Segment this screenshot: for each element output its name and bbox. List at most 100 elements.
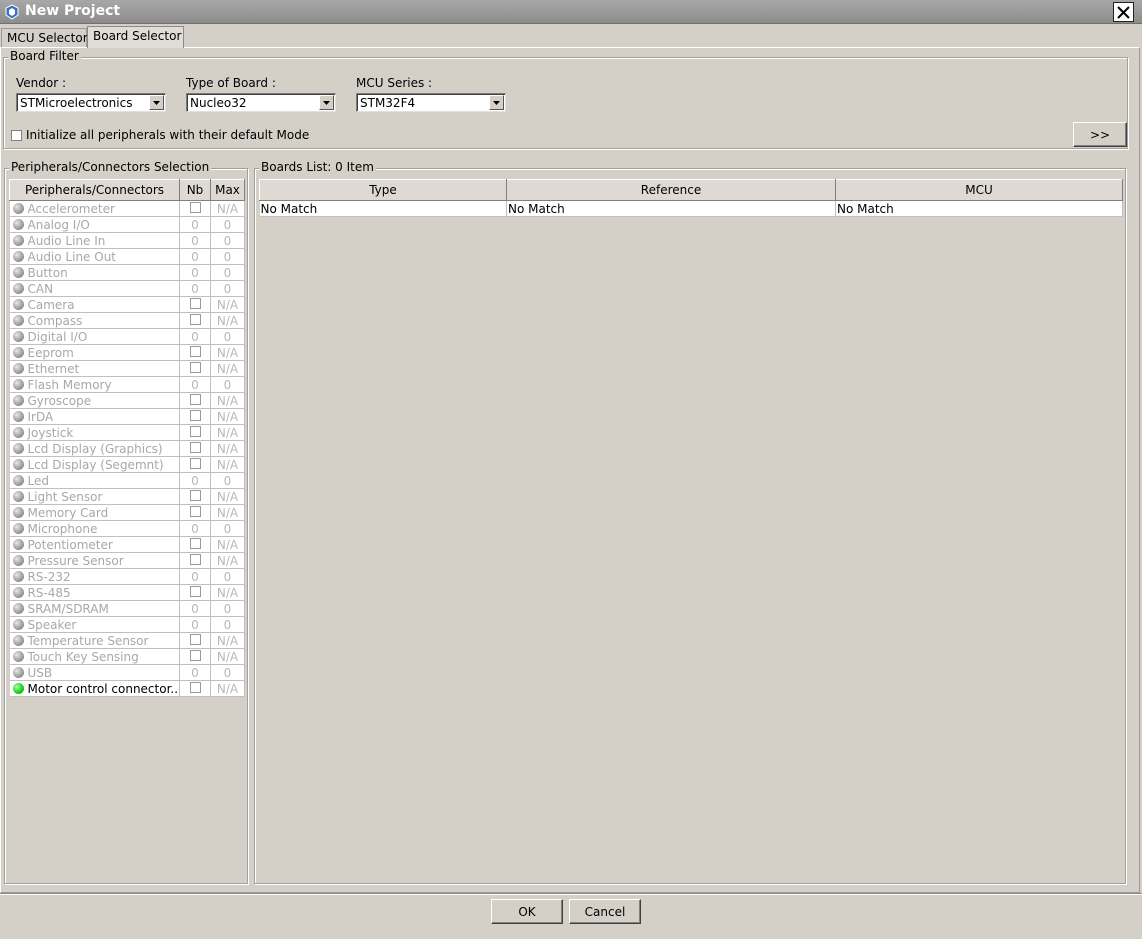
table-row[interactable]: Camera N/A — [9, 296, 245, 313]
table-row[interactable]: USB 0 0 — [9, 664, 245, 681]
table-row[interactable]: CAN 0 0 — [9, 280, 245, 297]
table-row[interactable]: Motor control connector... N/A — [9, 680, 245, 697]
peripheral-nb-cell[interactable] — [179, 504, 211, 521]
peripheral-nb-checkbox[interactable] — [189, 345, 201, 357]
peripheral-nb-cell[interactable] — [179, 344, 211, 361]
status-led-icon — [12, 282, 24, 294]
peripheral-nb-checkbox[interactable] — [189, 585, 201, 597]
tab-board-selector[interactable]: Board Selector — [87, 26, 184, 48]
peripheral-nb-checkbox[interactable] — [189, 649, 201, 661]
peripheral-nb-checkbox[interactable] — [189, 553, 201, 565]
table-row[interactable]: Analog I/O 0 0 — [9, 216, 245, 233]
peripheral-nb-value: 0 — [191, 601, 199, 616]
peripheral-nb-checkbox[interactable] — [189, 313, 201, 325]
peripheral-nb-checkbox[interactable] — [189, 201, 201, 213]
expand-button[interactable]: >> — [1073, 122, 1127, 147]
peripheral-nb-cell[interactable] — [179, 552, 211, 569]
table-row[interactable]: Led 0 0 — [9, 472, 245, 489]
table-row[interactable]: Joystick N/A — [9, 424, 245, 441]
board-type-combo[interactable]: Nucleo32 — [186, 93, 336, 112]
peripheral-nb-checkbox[interactable] — [189, 425, 201, 437]
table-row[interactable]: No Match No Match No Match — [259, 200, 1123, 217]
peripheral-name-label: Memory Card — [27, 505, 109, 520]
peripheral-nb-checkbox[interactable] — [189, 537, 201, 549]
table-row[interactable]: Microphone 0 0 — [9, 520, 245, 537]
table-row[interactable]: RS-485 N/A — [9, 584, 245, 601]
peripheral-name-label: Digital I/O — [27, 329, 88, 344]
peripheral-nb-cell[interactable] — [179, 584, 211, 601]
peripheral-nb-cell[interactable] — [179, 408, 211, 425]
init-peripherals-checkbox[interactable] — [11, 129, 22, 141]
tab-mcu-selector[interactable]: MCU Selector — [1, 28, 88, 48]
table-row[interactable]: Button 0 0 — [9, 264, 245, 281]
table-row[interactable]: Eeprom N/A — [9, 344, 245, 361]
peripherals-header-name[interactable]: Peripherals/Connectors — [9, 179, 180, 201]
peripheral-nb-cell[interactable] — [179, 456, 211, 473]
peripheral-nb-checkbox[interactable] — [189, 393, 201, 405]
table-row[interactable]: Touch Key Sensing N/A — [9, 648, 245, 665]
chevron-down-icon — [153, 100, 160, 105]
peripheral-nb-cell[interactable] — [179, 200, 211, 217]
table-row[interactable]: Compass N/A — [9, 312, 245, 329]
peripheral-nb-checkbox[interactable] — [189, 457, 201, 469]
vendor-dropdown-button[interactable] — [149, 95, 164, 110]
peripheral-nb-checkbox[interactable] — [189, 505, 201, 517]
table-row[interactable]: Ethernet N/A — [9, 360, 245, 377]
vendor-combo[interactable]: STMicroelectronics — [16, 93, 166, 112]
table-row[interactable]: Memory Card N/A — [9, 504, 245, 521]
peripheral-nb-cell[interactable] — [179, 536, 211, 553]
table-row[interactable]: Digital I/O 0 0 — [9, 328, 245, 345]
peripheral-max-cell: N/A — [210, 360, 245, 377]
table-row[interactable]: Potentiometer N/A — [9, 536, 245, 553]
peripheral-nb-cell[interactable] — [179, 312, 211, 329]
peripheral-max-cell: N/A — [210, 504, 245, 521]
peripheral-nb-cell[interactable] — [179, 648, 211, 665]
table-row[interactable]: Temperature Sensor N/A — [9, 632, 245, 649]
table-row[interactable]: SRAM/SDRAM 0 0 — [9, 600, 245, 617]
table-row[interactable]: Audio Line In 0 0 — [9, 232, 245, 249]
peripheral-nb-checkbox[interactable] — [189, 633, 201, 645]
table-row[interactable]: Accelerometer N/A — [9, 200, 245, 217]
table-row[interactable]: Pressure Sensor N/A — [9, 552, 245, 569]
cancel-button[interactable]: Cancel — [569, 899, 641, 924]
table-row[interactable]: Light Sensor N/A — [9, 488, 245, 505]
table-row[interactable]: Speaker 0 0 — [9, 616, 245, 633]
peripheral-name-cell: Led — [9, 472, 180, 489]
peripherals-header-max[interactable]: Max — [210, 179, 245, 201]
peripheral-nb-checkbox[interactable] — [189, 489, 201, 501]
mcu-series-combo[interactable]: STM32F4 — [356, 93, 506, 112]
status-led-icon — [12, 682, 24, 694]
boards-header-reference[interactable]: Reference — [506, 179, 836, 201]
peripheral-nb-cell[interactable] — [179, 360, 211, 377]
table-row[interactable]: Flash Memory 0 0 — [9, 376, 245, 393]
table-row[interactable]: Audio Line Out 0 0 — [9, 248, 245, 265]
peripheral-max-cell: 0 — [210, 216, 245, 233]
init-peripherals-option[interactable]: Initialize all peripherals with their de… — [11, 128, 309, 142]
board-type-dropdown-button[interactable] — [319, 95, 334, 110]
peripheral-nb-checkbox[interactable] — [189, 361, 201, 373]
close-button[interactable] — [1113, 2, 1134, 22]
ok-button[interactable]: OK — [491, 899, 563, 924]
peripheral-max-cell: N/A — [210, 344, 245, 361]
table-row[interactable]: Gyroscope N/A — [9, 392, 245, 409]
peripheral-name-cell: USB — [9, 664, 180, 681]
peripheral-nb-cell[interactable] — [179, 440, 211, 457]
peripheral-nb-cell[interactable] — [179, 424, 211, 441]
peripheral-nb-cell[interactable] — [179, 488, 211, 505]
peripheral-nb-checkbox[interactable] — [189, 441, 201, 453]
peripheral-nb-checkbox[interactable] — [189, 297, 201, 309]
peripheral-nb-cell[interactable] — [179, 632, 211, 649]
peripheral-nb-checkbox[interactable] — [189, 681, 201, 693]
boards-header-mcu[interactable]: MCU — [835, 179, 1123, 201]
peripherals-header-nb[interactable]: Nb — [179, 179, 211, 201]
peripheral-nb-checkbox[interactable] — [189, 409, 201, 421]
table-row[interactable]: IrDA N/A — [9, 408, 245, 425]
table-row[interactable]: Lcd Display (Segemnt) N/A — [9, 456, 245, 473]
table-row[interactable]: Lcd Display (Graphics) N/A — [9, 440, 245, 457]
table-row[interactable]: RS-232 0 0 — [9, 568, 245, 585]
peripheral-nb-cell[interactable] — [179, 680, 211, 697]
peripheral-nb-cell[interactable] — [179, 392, 211, 409]
boards-header-type[interactable]: Type — [259, 179, 507, 201]
mcu-series-dropdown-button[interactable] — [489, 95, 504, 110]
peripheral-nb-cell[interactable] — [179, 296, 211, 313]
